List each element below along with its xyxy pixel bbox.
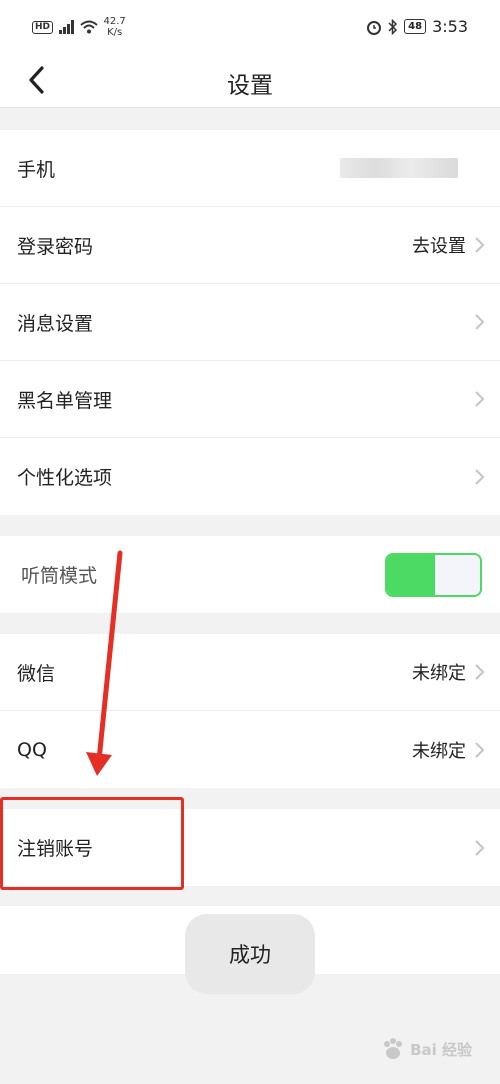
chevron-right-icon <box>475 741 485 758</box>
status-bar: HD 42.7 K/s 48 3:53 <box>0 0 500 56</box>
watermark-text: Bai 经验 <box>410 1040 472 1059</box>
chevron-right-icon <box>475 664 485 680</box>
network-speed: 42.7 K/s <box>103 16 126 38</box>
phone-row[interactable]: 手机 <box>0 130 500 207</box>
account-settings-group: 手机 登录密码 去设置 消息设置 黑名单管理 个性化选项 <box>0 130 500 515</box>
navigation-bar: 设置 <box>0 56 500 108</box>
qq-binding-row[interactable]: QQ 未绑定 <box>0 711 500 788</box>
blacklist-label: 黑名单管理 <box>17 389 113 412</box>
chevron-right-icon <box>475 839 485 856</box>
page-title: 设置 <box>227 73 273 99</box>
chevron-right-icon <box>475 391 485 407</box>
phone-label: 手机 <box>17 158 56 181</box>
qq-status: 未绑定 <box>412 740 466 762</box>
toast-text: 成功 <box>229 943 271 967</box>
message-settings-label: 消息设置 <box>17 312 94 335</box>
signal-icon <box>59 20 74 34</box>
battery-icon: 48 <box>404 19 427 34</box>
wechat-label: 微信 <box>17 662 56 685</box>
wifi-icon <box>79 20 98 34</box>
message-settings-row[interactable]: 消息设置 <box>0 284 500 361</box>
login-password-row[interactable]: 登录密码 去设置 <box>0 207 500 284</box>
chevron-right-icon <box>475 237 485 253</box>
account-binding-group: 微信 未绑定 QQ 未绑定 <box>0 634 500 788</box>
alarm-icon <box>367 20 382 35</box>
earpiece-mode-row: 听筒模式 <box>0 536 500 613</box>
highlight-box <box>0 797 184 890</box>
earpiece-mode-label: 听筒模式 <box>21 565 98 587</box>
personalization-label: 个性化选项 <box>17 467 113 489</box>
qq-label: QQ <box>17 738 47 761</box>
earpiece-mode-toggle[interactable] <box>385 552 482 597</box>
status-time: 3:53 <box>432 17 468 36</box>
earpiece-group: 听筒模式 <box>0 536 500 613</box>
personalization-row[interactable]: 个性化选项 <box>0 438 500 515</box>
wechat-status: 未绑定 <box>412 663 466 684</box>
paw-icon <box>384 1038 403 1059</box>
success-toast: 成功 <box>185 914 315 994</box>
bluetooth-icon <box>388 18 398 35</box>
hd-indicator: HD <box>32 20 54 34</box>
chevron-right-icon <box>475 468 485 485</box>
login-password-value: 去设置 <box>412 236 466 257</box>
blacklist-row[interactable]: 黑名单管理 <box>0 361 500 438</box>
login-password-label: 登录密码 <box>17 235 94 258</box>
chevron-right-icon <box>475 314 485 330</box>
wechat-binding-row[interactable]: 微信 未绑定 <box>0 634 500 711</box>
phone-number-masked <box>340 158 458 178</box>
baidu-watermark: Bai 经验 <box>380 1036 472 1062</box>
